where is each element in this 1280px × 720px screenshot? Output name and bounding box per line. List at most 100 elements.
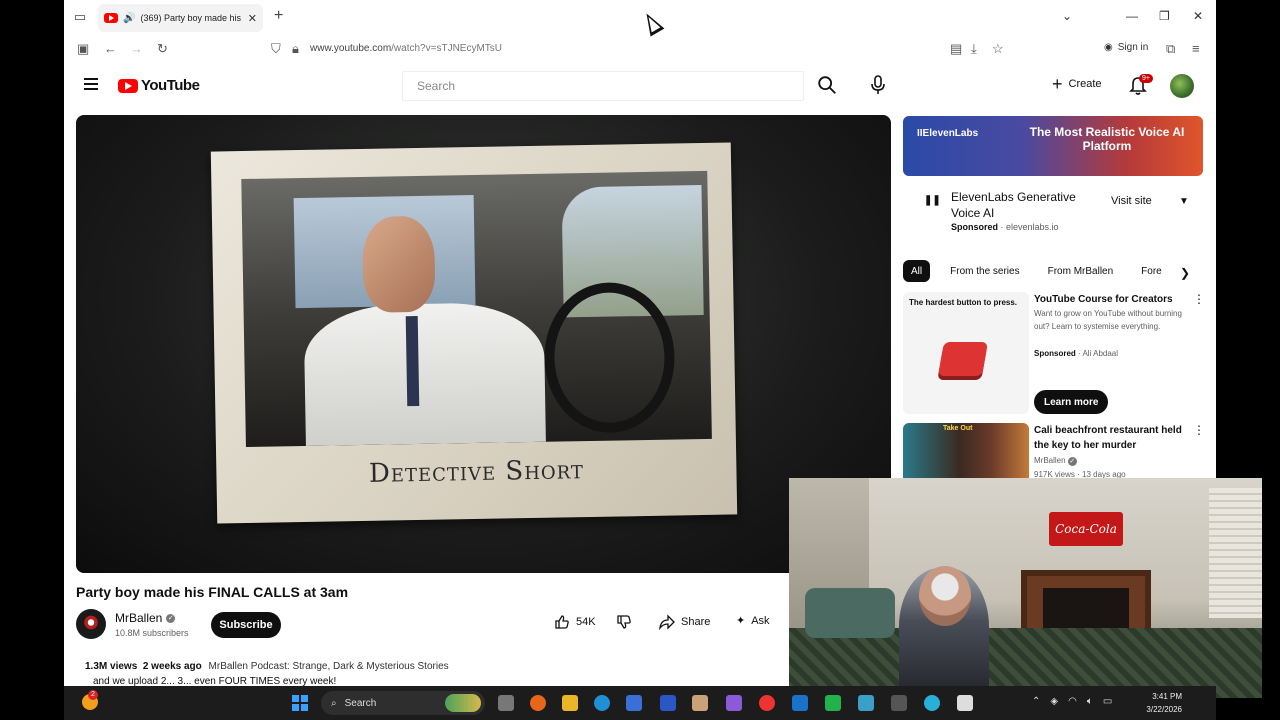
extensions-icon[interactable]: ⧉ xyxy=(1166,41,1175,57)
sparkle-icon: ✦ xyxy=(736,615,746,627)
app-icon[interactable] xyxy=(825,695,841,711)
minimize-icon[interactable]: — xyxy=(1126,9,1138,23)
chevron-right-icon[interactable]: ❯ xyxy=(1180,266,1190,280)
rec-thumbnail[interactable]: Take Out xyxy=(903,423,1029,483)
wifi-icon[interactable]: ◠ xyxy=(1068,696,1077,707)
subscribe-button[interactable]: Subscribe xyxy=(211,612,281,638)
ad-title[interactable]: ElevenLabs Generative Voice AI xyxy=(951,189,1091,221)
close-window-icon[interactable]: ✕ xyxy=(1193,9,1203,23)
video-description-meta[interactable]: 1.3M views 2 weeks ago MrBallen Podcast:… xyxy=(85,661,449,672)
youtube-logo[interactable]: YouTube xyxy=(118,77,200,94)
more-options-icon[interactable]: ⋮ xyxy=(1193,292,1205,306)
thumbs-down-icon xyxy=(617,615,631,629)
like-button[interactable]: 54K xyxy=(554,614,596,630)
upload-age: 2 weeks ago xyxy=(142,661,202,672)
recommendation-video[interactable]: Take Out Cali beachfront restaurant held… xyxy=(903,423,1205,483)
app-icon[interactable] xyxy=(692,695,708,711)
guide-menu-icon[interactable] xyxy=(84,78,98,90)
recommendation-ad[interactable]: The hardest button to press. YouTube Cou… xyxy=(903,292,1205,416)
chip-fore[interactable]: Fore xyxy=(1133,260,1170,282)
sidebar-toggle-icon[interactable]: ▣ xyxy=(77,41,89,57)
tab-youtube[interactable]: 🔊 (369) Party boy made his FI ✕ xyxy=(98,4,263,32)
restore-icon[interactable]: ❐ xyxy=(1159,9,1170,23)
list-all-tabs-icon[interactable]: ⌄ xyxy=(1062,9,1072,23)
podcast-link[interactable]: MrBallen Podcast: Strange, Dark & Myster… xyxy=(209,661,449,672)
app-icon[interactable] xyxy=(957,695,973,711)
video-caption: Detective Short xyxy=(368,455,585,489)
red-button-image xyxy=(938,342,988,376)
pause-icon[interactable]: ❚❚ xyxy=(924,195,941,206)
visit-site-button[interactable]: Visit site xyxy=(1111,195,1152,207)
forward-icon[interactable]: → xyxy=(130,41,143,56)
app-icon[interactable] xyxy=(891,695,907,711)
app-icon[interactable] xyxy=(924,695,940,711)
app-icon[interactable] xyxy=(660,695,676,711)
battery-icon[interactable]: ▭ xyxy=(1103,696,1112,707)
youtube-play-icon xyxy=(118,78,138,93)
chevron-up-icon[interactable]: ⌃ xyxy=(1032,696,1040,707)
new-tab-button[interactable]: + xyxy=(274,7,283,25)
app-icon[interactable] xyxy=(858,695,874,711)
lock-icon[interactable]: 🔒︎ xyxy=(292,41,299,57)
microphone-icon[interactable] xyxy=(870,74,886,96)
chip-all[interactable]: All xyxy=(903,260,931,282)
clock[interactable]: 3:41 PM 3/22/2026 xyxy=(1142,690,1182,716)
url-bar[interactable]: www.youtube.com/watch?v=sTJNEcyMTsU xyxy=(310,43,502,54)
chevron-down-icon[interactable]: ▼ xyxy=(1179,196,1189,207)
edge-icon[interactable] xyxy=(594,695,610,711)
task-view-icon[interactable] xyxy=(498,695,514,711)
channel-name[interactable]: MrBallen ✓ xyxy=(115,611,176,625)
reload-icon[interactable]: ↻ xyxy=(157,41,168,57)
ask-button[interactable]: ✦ Ask xyxy=(736,614,770,628)
rec-author: Ali Abdaal xyxy=(1082,349,1119,358)
share-label: Share xyxy=(681,616,711,628)
chrome-icon[interactable] xyxy=(759,695,775,711)
sign-in-button[interactable]: ◉ Sign in xyxy=(1104,42,1148,53)
file-explorer-icon[interactable] xyxy=(562,695,578,711)
speaker-icon[interactable]: 🔊 xyxy=(123,13,135,24)
verified-icon: ✓ xyxy=(1067,457,1077,466)
video-player[interactable]: Detective Short xyxy=(76,115,891,573)
rec-title[interactable]: Cali beachfront restaurant held the key … xyxy=(1034,423,1184,453)
save-to-pocket-icon[interactable]: ⤓ xyxy=(971,41,977,57)
channel-name-text: MrBallen xyxy=(115,611,163,625)
share-button[interactable]: Share xyxy=(659,614,710,630)
learn-more-button[interactable]: Learn more xyxy=(1034,390,1109,414)
volume-icon[interactable]: 🔈︎ xyxy=(1087,696,1093,707)
youtube-wordmark: YouTube xyxy=(141,77,200,94)
search-input[interactable]: Search xyxy=(402,71,804,101)
app-icon[interactable] xyxy=(792,695,808,711)
copilot-icon[interactable] xyxy=(726,695,742,711)
rec-title[interactable]: YouTube Course for Creators xyxy=(1034,292,1184,307)
tab-list-icon[interactable]: ▭ xyxy=(72,9,88,25)
chip-from-the-series[interactable]: From the series xyxy=(942,260,1027,282)
account-icon: ◉ xyxy=(1104,42,1113,53)
video-frame-image xyxy=(241,170,712,447)
channel-avatar[interactable] xyxy=(76,609,106,639)
url-host: www.youtube.com xyxy=(310,43,392,54)
shield-icon[interactable]: ⛉ xyxy=(271,41,281,57)
close-tab-icon[interactable]: ✕ xyxy=(248,12,257,25)
back-icon[interactable]: ← xyxy=(104,41,117,56)
picture-in-picture-icon[interactable]: ▤ xyxy=(950,41,962,57)
create-button[interactable]: + Create xyxy=(1052,75,1102,93)
menu-icon[interactable]: ≡ xyxy=(1192,41,1200,56)
url-path: /watch?v=sTJNEcyMTsU xyxy=(391,43,503,54)
ad-banner[interactable]: IIElevenLabs The Most Realistic Voice AI… xyxy=(903,116,1203,176)
account-avatar[interactable] xyxy=(1170,74,1194,98)
ad-sponsored-line: Sponsored · elevenlabs.io xyxy=(951,222,1059,232)
more-options-icon[interactable]: ⋮ xyxy=(1193,423,1205,437)
firefox-icon[interactable] xyxy=(530,695,546,711)
thumb-text: Take Out xyxy=(943,425,973,432)
store-icon[interactable] xyxy=(626,695,642,711)
dislike-button[interactable] xyxy=(616,614,632,630)
taskbar-search[interactable]: ⌕ Search xyxy=(321,691,485,715)
person-head xyxy=(919,566,971,626)
bookmark-star-icon[interactable]: ☆ xyxy=(992,41,1004,57)
search-icon[interactable] xyxy=(816,74,838,96)
rec-thumbnail[interactable]: The hardest button to press. xyxy=(903,292,1029,414)
network-icon[interactable]: ◈ xyxy=(1050,696,1058,707)
chip-from-mrballen[interactable]: From MrBallen xyxy=(1040,260,1122,282)
windows-start-icon[interactable] xyxy=(292,695,308,711)
ad-sponsored-label: Sponsored xyxy=(951,222,999,232)
